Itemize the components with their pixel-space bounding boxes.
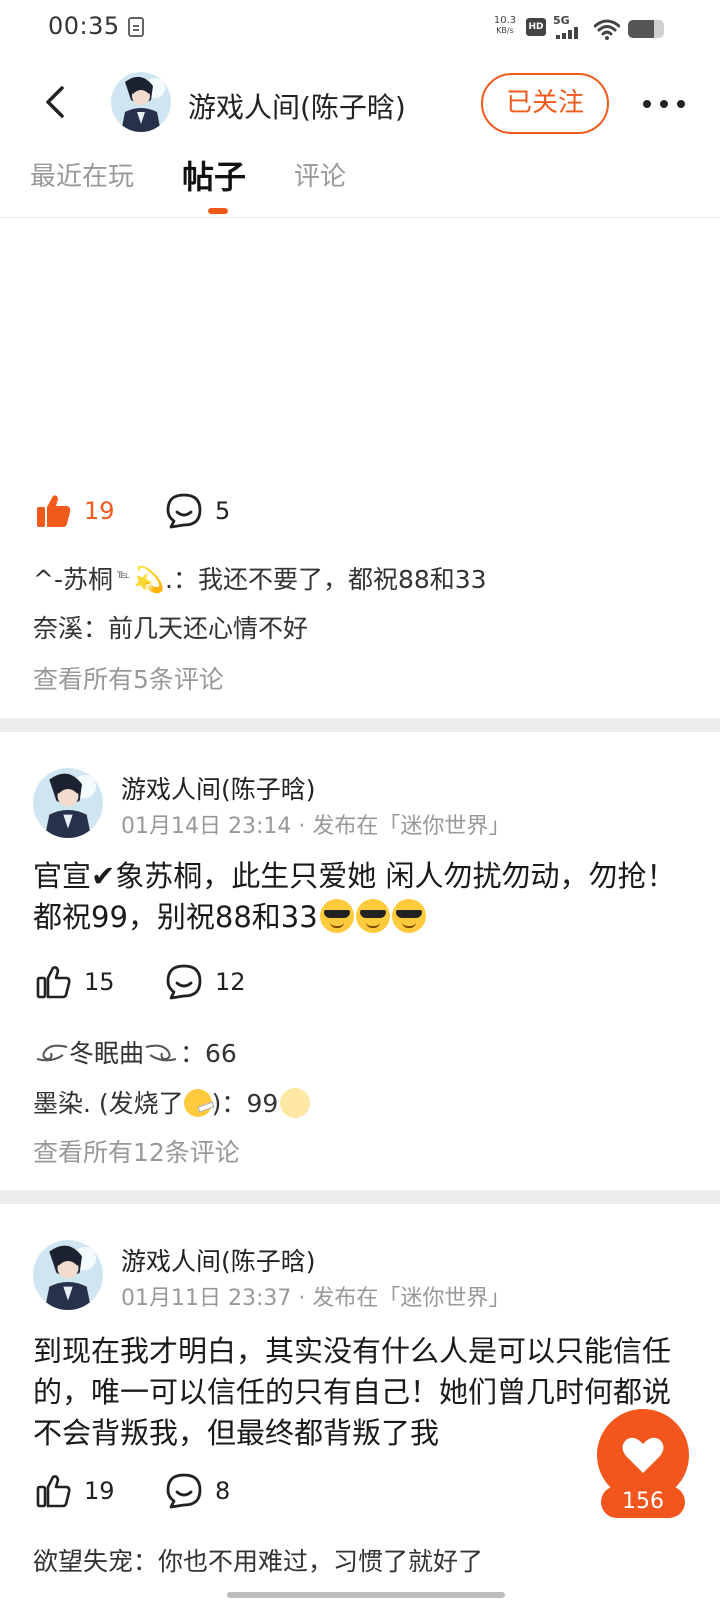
tab-posts[interactable]: 帖子	[182, 152, 246, 198]
comment-bubble-icon	[166, 1473, 202, 1509]
comment-preview[interactable]: ^-苏桐 ℡ 💫.：我还不要了，都祝88和33	[33, 560, 487, 596]
post-actions: 15 12	[0, 957, 720, 1007]
cool-emoji-icon	[391, 899, 426, 933]
floating-like-count: 156	[601, 1486, 685, 1518]
cool-emoji-icon	[319, 899, 354, 933]
heart-icon	[622, 1437, 664, 1473]
more-dots-icon[interactable]	[643, 100, 685, 108]
moon-emoji-icon	[280, 1088, 311, 1118]
tab-active-indicator	[208, 208, 228, 214]
signal-icon	[556, 27, 586, 39]
profile-name: 游戏人间(陈子晗)	[188, 91, 406, 124]
post-meta: 01月14日 23:14 · 发布在「迷你世界」	[121, 814, 511, 839]
avatar[interactable]	[33, 1240, 103, 1310]
like-count: 19	[84, 1477, 115, 1505]
like-button[interactable]: 19	[36, 486, 115, 536]
status-time: 00:35	[48, 12, 120, 40]
network-type: 5G	[553, 14, 570, 27]
back-arrow-icon[interactable]	[38, 84, 74, 120]
post-body[interactable]: 到现在我才明白，其实没有什么人是可以只能信任的，唯一可以信任的只有自己！她们曾几…	[33, 1331, 673, 1454]
comment-user: 冬眠曲	[69, 1039, 145, 1068]
view-all-comments-link[interactable]: 查看所有12条评论	[33, 1133, 240, 1169]
net-speed-value: 10.3	[493, 15, 517, 26]
comment-count: 5	[215, 497, 231, 525]
sparkle-emoji: 💫.	[133, 565, 173, 594]
comment-bubble-icon	[166, 493, 202, 529]
comment-text: 前几天还心情不好	[108, 614, 309, 643]
comment-preview[interactable]: 欲望失宠：你也不用难过，习惯了就好了	[33, 1542, 483, 1578]
tab-comments[interactable]: 评论	[294, 156, 346, 193]
tab-recently-played[interactable]: 最近在玩	[30, 156, 134, 193]
comment-text: 66	[205, 1039, 237, 1068]
wifi-icon	[594, 19, 620, 40]
post-header: 游戏人间(陈子晗) 01月14日 23:14 · 发布在「迷你世界」	[0, 768, 720, 848]
comment-text: 我还不要了，都祝88和33	[197, 565, 487, 594]
like-count: 15	[84, 968, 115, 996]
post-text: 官宣✔象苏桐，此生只爱她 闲人勿扰勿动，勿抢！都祝99，别祝88和33	[33, 859, 676, 934]
thumbs-up-icon	[36, 966, 71, 999]
comment-preview[interactable]: 墨染. (发烧了)：99	[33, 1084, 311, 1120]
cool-emoji-icon	[355, 899, 390, 933]
post-text: 到现在我才明白，其实没有什么人是可以只能信任的，唯一可以信任的只有自己！她们曾几…	[33, 1334, 672, 1450]
like-count: 19	[84, 497, 115, 525]
post-divider	[0, 718, 720, 732]
comment-button[interactable]: 5	[165, 486, 230, 536]
comment-user: 墨染. (发烧了	[33, 1089, 184, 1118]
like-button[interactable]: 19	[36, 1466, 115, 1516]
comment-button[interactable]: 12	[165, 957, 246, 1007]
swirl-decoration-icon	[145, 1044, 177, 1062]
battery-icon	[628, 20, 664, 38]
post-author[interactable]: 游戏人间(陈子晗)	[121, 770, 316, 806]
fever-emoji-icon	[183, 1089, 212, 1117]
status-bar: 00:35 10.3 KB/s HD 5G	[0, 0, 720, 56]
comment-user: 奈溪	[33, 614, 84, 643]
hd-badge: HD	[526, 18, 546, 36]
post-meta: 01月11日 23:37 · 发布在「迷你世界」	[121, 1286, 511, 1311]
swirl-decoration-icon	[36, 1044, 68, 1062]
avatar[interactable]	[33, 768, 103, 838]
tel-glyph: ℡	[116, 567, 130, 581]
post-body[interactable]: 官宣✔象苏桐，此生只爱她 闲人勿扰勿动，勿抢！都祝99，别祝88和33	[33, 856, 693, 938]
follow-button[interactable]: 已关注	[481, 73, 609, 134]
post-author[interactable]: 游戏人间(陈子晗)	[121, 1242, 316, 1278]
avatar[interactable]	[111, 72, 171, 132]
comment-count: 8	[215, 1477, 231, 1505]
home-indicator[interactable]	[227, 1592, 505, 1598]
post-actions: 19 5	[0, 486, 720, 536]
comment-user: ^-苏桐	[33, 565, 113, 594]
comment-preview[interactable]: 奈溪：前几天还心情不好	[33, 609, 308, 645]
comment-bubble-icon	[166, 964, 202, 1000]
net-speed: 10.3 KB/s	[491, 16, 519, 36]
sim-card-icon	[128, 17, 144, 37]
thumbs-up-icon	[36, 1475, 71, 1508]
like-button[interactable]: 15	[36, 957, 115, 1007]
profile-tabs: 最近在玩 帖子 评论	[0, 148, 720, 218]
comment-text: 你也不用难过，习惯了就好了	[158, 1547, 484, 1576]
comment-preview[interactable]: 冬眠曲 ：66	[33, 1034, 237, 1070]
post-header: 游戏人间(陈子晗) 01月11日 23:37 · 发布在「迷你世界」	[0, 1240, 720, 1320]
comment-user: 欲望失宠	[33, 1547, 134, 1576]
comment-count: 12	[215, 968, 246, 996]
view-all-comments-link[interactable]: 查看所有5条评论	[33, 660, 224, 696]
comment-text: 99	[246, 1089, 279, 1118]
thumbs-up-icon	[37, 495, 71, 527]
profile-header: 游戏人间(陈子晗) 已关注	[0, 64, 720, 140]
comment-button[interactable]: 8	[165, 1466, 230, 1516]
net-speed-unit: KB/s	[496, 26, 514, 35]
post-divider	[0, 1190, 720, 1204]
